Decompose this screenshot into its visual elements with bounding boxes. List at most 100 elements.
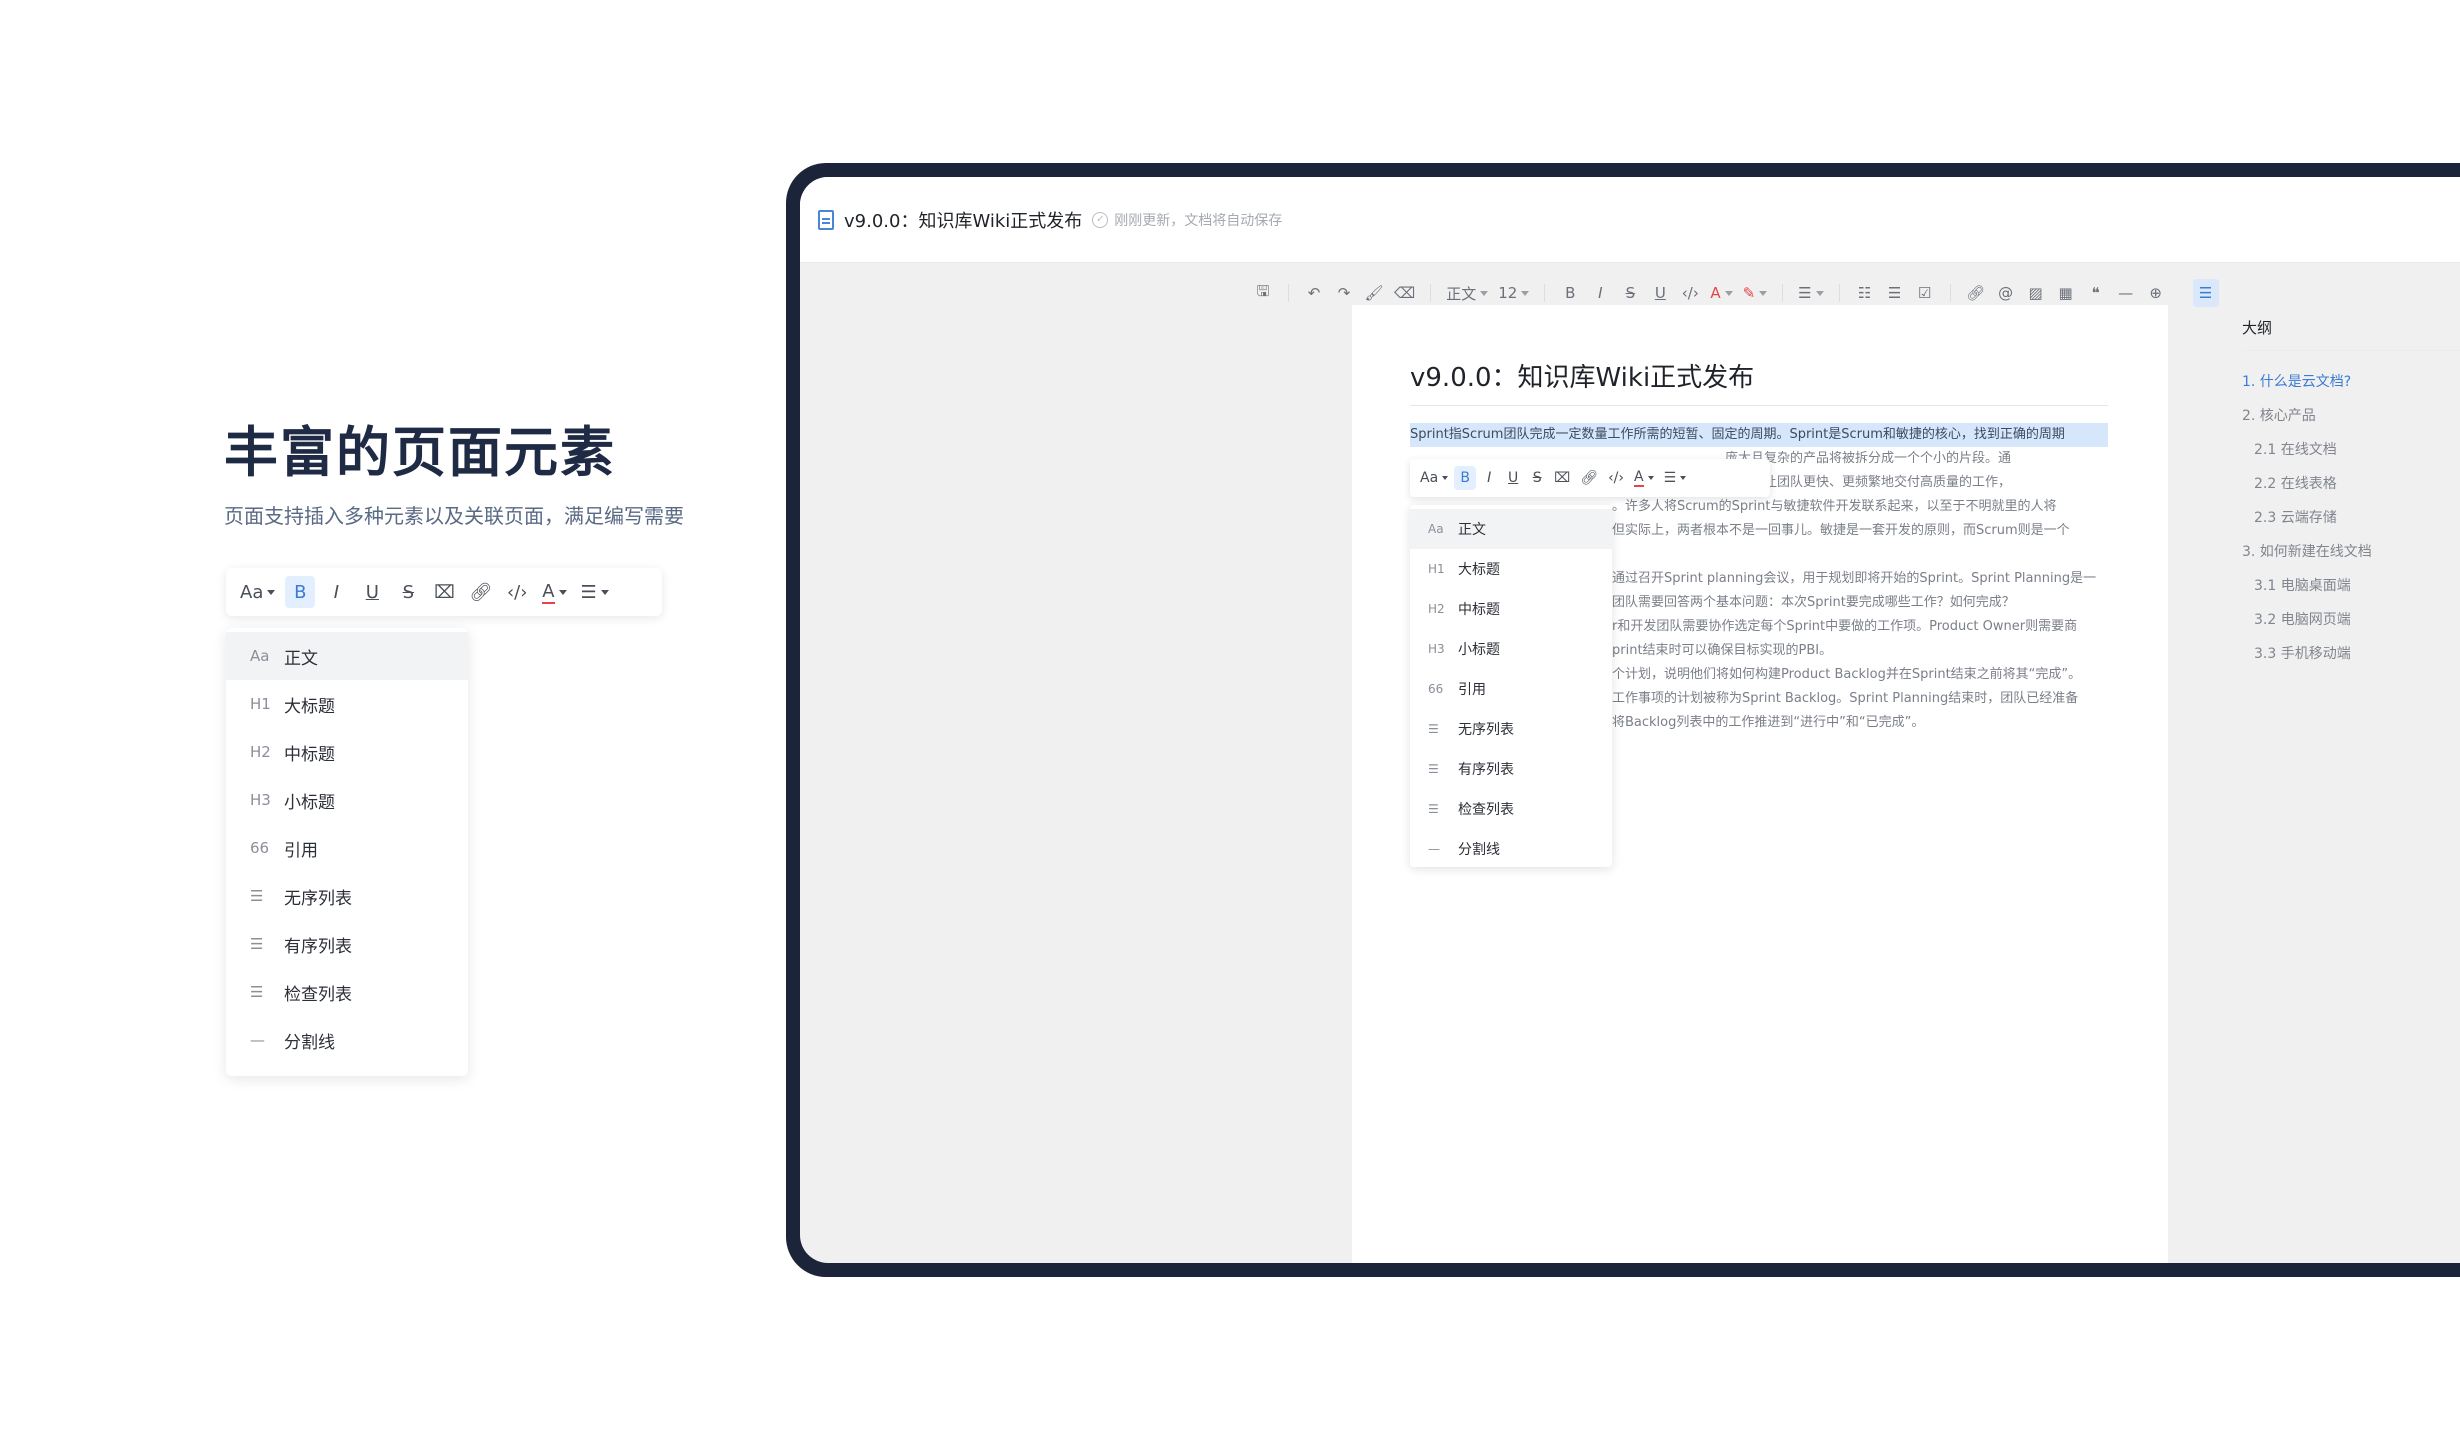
paragraph-line: 工作事项的计划被称为Sprint Backlog。Sprint Planning… [1612, 691, 2079, 706]
link-icon[interactable]: 🔗︎ [1576, 466, 1602, 490]
align-icon[interactable]: ☰ [577, 576, 613, 608]
save-status: 刚刚更新，文档将自动保存 [1114, 212, 1283, 229]
eraser-icon[interactable]: ⌫ [1391, 279, 1418, 307]
bullet-list-icon[interactable]: ☰ [1882, 279, 1908, 307]
underline-icon[interactable]: U [1647, 279, 1673, 307]
menu-item-check-list[interactable]: ☰ 检查列表 [1410, 789, 1612, 829]
font-style-dropdown[interactable]: Aa [1416, 466, 1452, 490]
highlight-icon[interactable]: ✎ [1740, 279, 1771, 307]
menu-item-ordered-list[interactable]: ☰ 有序列表 [1410, 749, 1612, 789]
font-style-dropdown[interactable]: Aa [236, 576, 279, 608]
document-title[interactable]: v9.0.0：知识库Wiki正式发布 [844, 207, 1082, 233]
outline-toggle-icon[interactable]: ☰ [2192, 279, 2219, 307]
menu-item-h1[interactable]: H1 大标题 [226, 680, 468, 728]
align-icon[interactable]: ☰ [1795, 279, 1826, 307]
outline-item[interactable]: 3. 如何新建在线文档 [2242, 535, 2460, 569]
bold-icon[interactable]: B [285, 576, 316, 608]
redo-icon[interactable]: ↷ [1331, 279, 1357, 307]
strikethrough-icon[interactable]: S [1526, 466, 1548, 490]
undo-icon[interactable]: ↶ [1301, 279, 1327, 307]
paragraph-line: r和开发团队需要协作选定每个Sprint中要做的工作项。Product Owne… [1612, 619, 2078, 634]
code-icon[interactable]: ‹/› [1604, 466, 1628, 490]
text-icon: Aa [1428, 522, 1444, 536]
menu-item-body[interactable]: Aa 正文 [1410, 509, 1612, 549]
bullet-list-icon: ☰ [250, 887, 264, 905]
check-list-icon: ☰ [250, 983, 264, 1001]
outline-item[interactable]: 1. 什么是云文档? [2242, 365, 2460, 399]
ordered-list-icon: ☰ [1428, 762, 1439, 776]
font-color-icon[interactable]: A [1630, 466, 1658, 490]
menu-item-h3[interactable]: H3 小标题 [226, 776, 468, 824]
format-toolbar: Aa B I U S ⌧ 🔗︎ ‹/› A ☰ [226, 568, 662, 616]
paragraph-line: 于管理，让团队更快、更频繁地交付高质量的工作， [1712, 475, 2012, 490]
table-icon[interactable]: ▦ [2053, 279, 2079, 307]
menu-item-divider[interactable]: — 分割线 [1410, 829, 1612, 869]
image-icon[interactable]: ▨ [2023, 279, 2049, 307]
divider-icon: — [250, 1031, 265, 1049]
check-list-icon[interactable]: ☑ [1912, 279, 1938, 307]
italic-icon[interactable]: I [1587, 279, 1613, 307]
outline-item[interactable]: 2.3 云端存储 [2242, 501, 2460, 535]
menu-item-h3[interactable]: H3 小标题 [1410, 629, 1612, 669]
menu-item-quote[interactable]: 66 引用 [1410, 669, 1612, 709]
italic-icon[interactable]: I [1478, 466, 1500, 490]
heading1-icon: H1 [1428, 562, 1445, 576]
code-icon[interactable]: ‹/› [1677, 279, 1703, 307]
link-icon[interactable]: 🔗︎ [465, 576, 496, 608]
menu-item-body[interactable]: Aa 正文 [226, 632, 468, 680]
outline-item[interactable]: 3.3 手机移动端 [2242, 637, 2460, 671]
strikethrough-icon[interactable]: S [1617, 279, 1643, 307]
paragraph-line: 但实际上，两者根本不是一回事儿。敏捷是一套开发的原则，而Scrum则是一个 [1612, 523, 2070, 538]
menu-item-bullet-list[interactable]: ☰ 无序列表 [226, 872, 468, 920]
code-icon[interactable]: ‹/› [502, 576, 532, 608]
menu-item-check-list[interactable]: ☰ 检查列表 [226, 968, 468, 1016]
app-header: v9.0.0：知识库Wiki正式发布 ✓ 刚刚更新，文档将自动保存 [800, 177, 2460, 263]
font-color-icon[interactable]: A [538, 576, 570, 608]
tablet-frame: v9.0.0：知识库Wiki正式发布 ✓ 刚刚更新，文档将自动保存 🖫︎ ↶ ↷… [786, 163, 2460, 1277]
outline-item[interactable]: 2. 核心产品 [2242, 399, 2460, 433]
quote-icon: 66 [1428, 682, 1444, 696]
font-size-dropdown[interactable]: 12 [1495, 279, 1532, 307]
save-icon[interactable]: 🖫︎ [1250, 279, 1276, 307]
app-screen: v9.0.0：知识库Wiki正式发布 ✓ 刚刚更新，文档将自动保存 🖫︎ ↶ ↷… [800, 177, 2460, 1263]
check-list-icon: ☰ [1428, 802, 1439, 816]
bold-icon[interactable]: B [1454, 466, 1477, 490]
hero-title: 丰富的页面元素 [224, 421, 616, 484]
selected-text[interactable]: Sprint指Scrum团队完成一定数量工作所需的短暂、固定的周期。Sprint… [1410, 423, 2108, 447]
outline-item[interactable]: 3.2 电脑网页端 [2242, 603, 2460, 637]
strikethrough-icon[interactable]: S [393, 576, 423, 608]
menu-item-divider[interactable]: — 分割线 [226, 1016, 468, 1064]
clear-format-icon[interactable]: ⌧ [429, 576, 459, 608]
add-icon[interactable]: ⊕ [2143, 279, 2169, 307]
mention-icon[interactable]: @ [1993, 279, 2019, 307]
underline-icon[interactable]: U [357, 576, 387, 608]
text-style-dropdown[interactable]: 正文 [1443, 279, 1491, 307]
ordered-list-icon: ☰ [250, 935, 264, 953]
menu-item-quote[interactable]: 66 引用 [226, 824, 468, 872]
inline-block-type-menu: Aa 正文 H1 大标题 H2 中标题 H3 小标题 66 引用 ☰ 无序列表 ☰ 有序列表 … [1410, 505, 1612, 867]
heading1-icon: H1 [250, 695, 271, 713]
paragraph-line: print结束时可以确保目标实现的PBI。 [1612, 643, 1833, 658]
ordered-list-icon[interactable]: ☷ [1852, 279, 1878, 307]
outline-item[interactable]: 3.1 电脑桌面端 [2242, 569, 2460, 603]
outline-item[interactable]: 2.2 在线表格 [2242, 467, 2460, 501]
paragraph-line: 。许多人将Scrum的Sprint与敏捷软件开发联系起来，以至于不明就里的人将 [1612, 499, 2057, 514]
link-icon[interactable]: 🔗︎ [1963, 279, 1989, 307]
menu-item-bullet-list[interactable]: ☰ 无序列表 [1410, 709, 1612, 749]
quote-icon[interactable]: ❝ [2083, 279, 2109, 307]
menu-item-h2[interactable]: H2 中标题 [226, 728, 468, 776]
document-page[interactable]: v9.0.0：知识库Wiki正式发布 Sprint指Scrum团队完成一定数量工… [1352, 305, 2168, 1263]
underline-icon[interactable]: U [1502, 466, 1524, 490]
menu-item-h2[interactable]: H2 中标题 [1410, 589, 1612, 629]
menu-item-ordered-list[interactable]: ☰ 有序列表 [226, 920, 468, 968]
outline-item[interactable]: 2.1 在线文档 [2242, 433, 2460, 467]
format-painter-icon[interactable]: 🖌︎ [1361, 279, 1387, 307]
menu-item-h1[interactable]: H1 大标题 [1410, 549, 1612, 589]
paragraph-line: 团队需要回答两个基本问题：本次Sprint要完成哪些工作？如何完成？ [1612, 595, 2015, 610]
clear-format-icon[interactable]: ⌧ [1550, 466, 1574, 490]
font-color-icon[interactable]: A [1707, 279, 1735, 307]
bold-icon[interactable]: B [1557, 279, 1583, 307]
align-icon[interactable]: ☰ [1660, 466, 1691, 490]
divider-icon[interactable]: — [2113, 279, 2139, 307]
italic-icon[interactable]: I [321, 576, 351, 608]
